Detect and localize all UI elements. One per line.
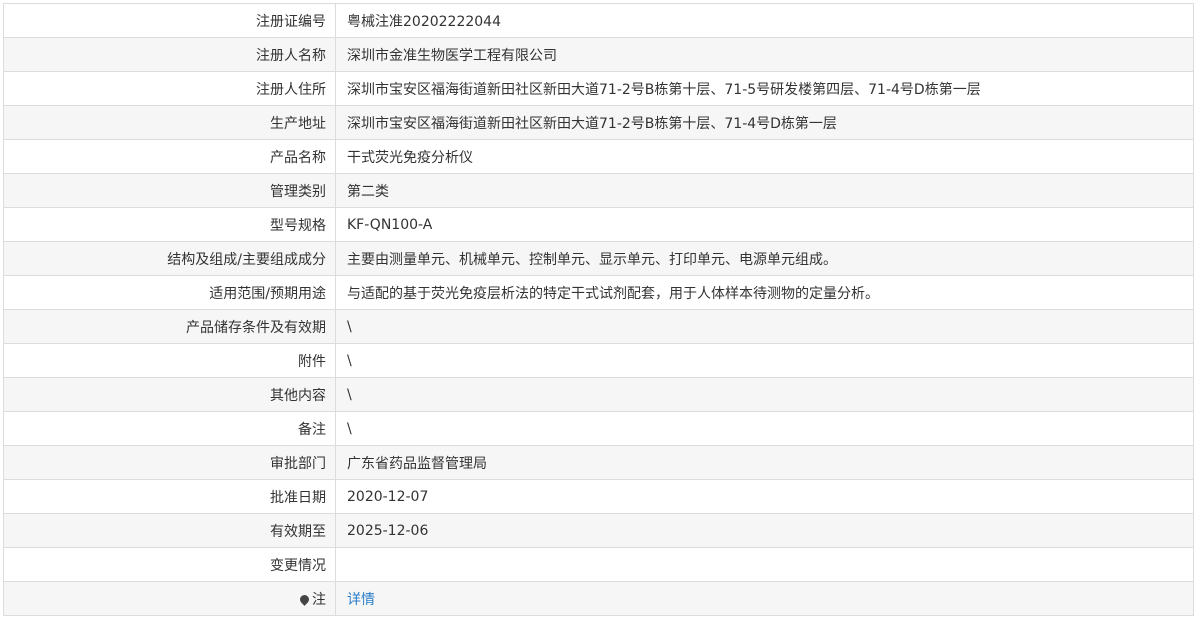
field-label-intended-use: 适用范围/预期用途 xyxy=(3,275,336,310)
table-row: 附件 \ xyxy=(3,343,1194,378)
details-link[interactable]: 详情 xyxy=(347,592,375,608)
field-value-registration-number: 粤械注准20202222044 xyxy=(335,3,1194,38)
field-label-production-address: 生产地址 xyxy=(3,105,336,140)
field-value-product-name: 干式荧光免疫分析仪 xyxy=(335,139,1194,174)
field-label-model-spec: 型号规格 xyxy=(3,207,336,242)
field-label-registrant-address: 注册人住所 xyxy=(3,71,336,106)
field-label-registrant-name: 注册人名称 xyxy=(3,37,336,72)
note-label: 注 xyxy=(312,591,326,608)
table-row: 注册人住所 深圳市宝安区福海街道新田社区新田大道71-2号B栋第十层、71-5号… xyxy=(3,71,1194,106)
table-row: 变更情况 xyxy=(3,547,1194,582)
field-value-other-content: \ xyxy=(335,377,1194,412)
table-row: 备注 \ xyxy=(3,411,1194,446)
table-row: 其他内容 \ xyxy=(3,377,1194,412)
field-value-registrant-name: 深圳市金准生物医学工程有限公司 xyxy=(335,37,1194,72)
field-value-registrant-address: 深圳市宝安区福海街道新田社区新田大道71-2号B栋第十层、71-5号研发楼第四层… xyxy=(335,71,1194,106)
field-label-structure-composition: 结构及组成/主要组成成分 xyxy=(3,241,336,276)
table-row: 管理类别 第二类 xyxy=(3,173,1194,208)
field-value-storage-validity: \ xyxy=(335,309,1194,344)
field-label-attachments: 附件 xyxy=(3,343,336,378)
field-label-product-name: 产品名称 xyxy=(3,139,336,174)
table-row: 型号规格 KF-QN100-A xyxy=(3,207,1194,242)
table-row: 注 详情 xyxy=(3,581,1194,616)
field-value-model-spec: KF-QN100-A xyxy=(335,207,1194,242)
field-value-structure-composition: 主要由测量单元、机械单元、控制单元、显示单元、打印单元、电源单元组成。 xyxy=(335,241,1194,276)
field-value-intended-use: 与适配的基于荧光免疫层析法的特定干式试剂配套，用于人体样本待测物的定量分析。 xyxy=(335,275,1194,310)
table-row: 注册人名称 深圳市金准生物医学工程有限公司 xyxy=(3,37,1194,72)
registration-detail: 注册证编号 粤械注准20202222044 注册人名称 深圳市金准生物医学工程有… xyxy=(3,3,1194,616)
field-label-valid-until: 有效期至 xyxy=(3,513,336,548)
table-row: 批准日期 2020-12-07 xyxy=(3,479,1194,514)
table-row: 注册证编号 粤械注准20202222044 xyxy=(3,3,1194,38)
field-label-approval-date: 批准日期 xyxy=(3,479,336,514)
table-row: 适用范围/预期用途 与适配的基于荧光免疫层析法的特定干式试剂配套，用于人体样本待… xyxy=(3,275,1194,310)
table-row: 结构及组成/主要组成成分 主要由测量单元、机械单元、控制单元、显示单元、打印单元… xyxy=(3,241,1194,276)
field-label-other-content: 其他内容 xyxy=(3,377,336,412)
table-row: 产品储存条件及有效期 \ xyxy=(3,309,1194,344)
field-value-production-address: 深圳市宝安区福海街道新田社区新田大道71-2号B栋第十层、71-4号D栋第一层 xyxy=(335,105,1194,140)
field-label-registration-number: 注册证编号 xyxy=(3,3,336,38)
field-value-valid-until: 2025-12-06 xyxy=(335,513,1194,548)
table-row: 审批部门 广东省药品监督管理局 xyxy=(3,445,1194,480)
field-label-change-history: 变更情况 xyxy=(3,547,336,582)
registration-table: 注册证编号 粤械注准20202222044 注册人名称 深圳市金准生物医学工程有… xyxy=(3,3,1194,616)
table-row: 产品名称 干式荧光免疫分析仪 xyxy=(3,139,1194,174)
table-row: 有效期至 2025-12-06 xyxy=(3,513,1194,548)
field-value-note: 详情 xyxy=(335,581,1194,616)
field-label-storage-validity: 产品储存条件及有效期 xyxy=(3,309,336,344)
field-value-change-history xyxy=(335,547,1194,582)
table-row: 生产地址 深圳市宝安区福海街道新田社区新田大道71-2号B栋第十层、71-4号D… xyxy=(3,105,1194,140)
field-value-remarks: \ xyxy=(335,411,1194,446)
map-pin-icon xyxy=(298,592,311,606)
field-label-remarks: 备注 xyxy=(3,411,336,446)
field-label-note: 注 xyxy=(3,581,336,616)
field-value-approval-date: 2020-12-07 xyxy=(335,479,1194,514)
field-value-attachments: \ xyxy=(335,343,1194,378)
field-label-management-category: 管理类别 xyxy=(3,173,336,208)
field-value-management-category: 第二类 xyxy=(335,173,1194,208)
field-label-approval-department: 审批部门 xyxy=(3,445,336,480)
field-value-approval-department: 广东省药品监督管理局 xyxy=(335,445,1194,480)
